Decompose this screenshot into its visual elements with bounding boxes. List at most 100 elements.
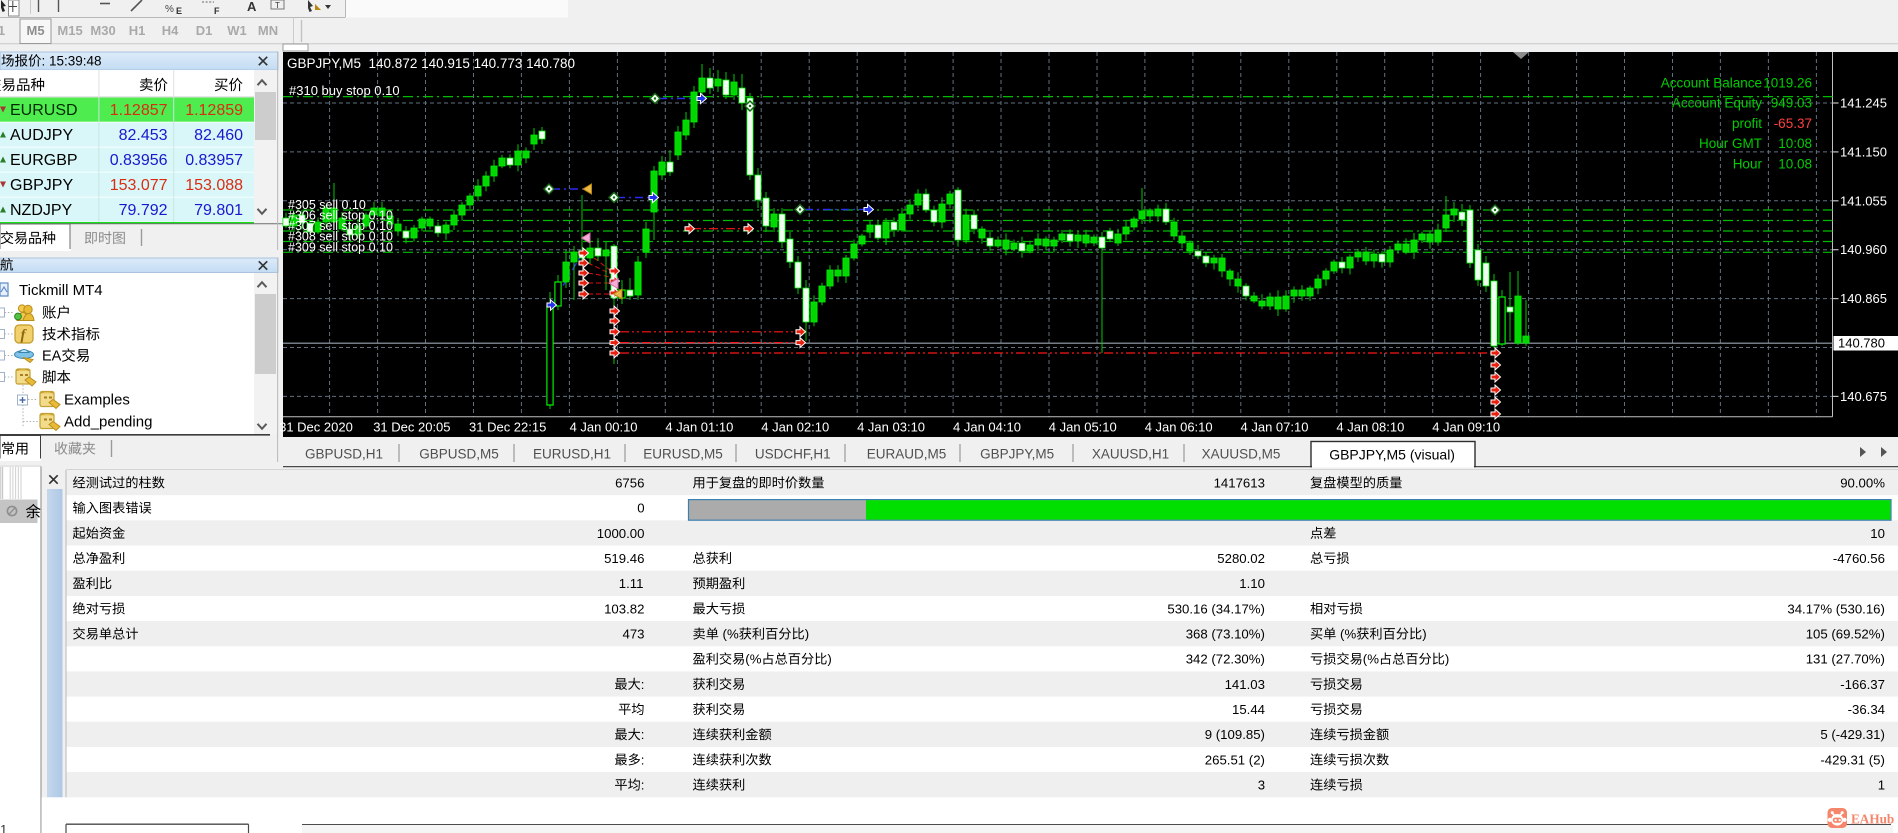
- svg-text:): ): [827, 652, 831, 667]
- svg-text:MN: MN: [258, 23, 278, 38]
- svg-text:GBPUSD,M5: GBPUSD,M5: [419, 447, 499, 462]
- svg-text:Account Equity: Account Equity: [1672, 96, 1762, 111]
- svg-text:M15: M15: [57, 23, 82, 38]
- svg-text:31 Dec 22:15: 31 Dec 22:15: [469, 420, 546, 435]
- svg-text:XAUUSD,H1: XAUUSD,H1: [1092, 447, 1169, 462]
- svg-text:5280.02: 5280.02: [1217, 551, 1265, 566]
- svg-text:1019.26: 1019.26: [1763, 76, 1812, 91]
- svg-text:H4: H4: [162, 23, 179, 38]
- svg-text:4 Jan 09:10: 4 Jan 09:10: [1432, 420, 1500, 435]
- svg-text:GBPJPY,M5 (visual): GBPJPY,M5 (visual): [1329, 447, 1455, 463]
- svg-text:0.83956: 0.83956: [110, 152, 168, 169]
- svg-text:10: 10: [1870, 526, 1885, 541]
- svg-text:0.83957: 0.83957: [185, 152, 243, 169]
- svg-text:EURGBP: EURGBP: [10, 152, 78, 169]
- svg-text:141.245: 141.245: [1840, 96, 1887, 111]
- svg-text:140.865: 140.865: [1840, 291, 1887, 306]
- svg-text:: 15:39:48: : 15:39:48: [42, 54, 102, 69]
- svg-text:103.82: 103.82: [604, 601, 644, 616]
- svg-text:): ): [1422, 627, 1426, 642]
- svg-text:141.03: 141.03: [1225, 677, 1265, 692]
- svg-text:519.46: 519.46: [604, 551, 644, 566]
- svg-text:M1: M1: [0, 23, 5, 38]
- svg-text:10.08: 10.08: [1778, 156, 1812, 171]
- svg-text:5 (-429.31): 5 (-429.31): [1820, 727, 1885, 742]
- svg-text::: :: [641, 727, 645, 742]
- svg-text:profit: profit: [1732, 116, 1762, 131]
- svg-text:4 Jan 00:10: 4 Jan 00:10: [570, 420, 638, 435]
- svg-text:140.780: 140.780: [1838, 336, 1885, 351]
- svg-text:4 Jan 06:10: 4 Jan 06:10: [1145, 420, 1213, 435]
- svg-text:(%: (%: [745, 652, 761, 667]
- svg-text:34.17% (530.16): 34.17% (530.16): [1787, 601, 1885, 616]
- svg-text::: :: [641, 677, 645, 692]
- svg-text:9 (109.85): 9 (109.85): [1205, 727, 1265, 742]
- svg-text:1.10: 1.10: [1239, 576, 1265, 591]
- svg-text:4 Jan 04:10: 4 Jan 04:10: [953, 420, 1021, 435]
- svg-text:4 Jan 01:10: 4 Jan 01:10: [665, 420, 733, 435]
- svg-text:31 Dec 20:05: 31 Dec 20:05: [373, 420, 450, 435]
- svg-text:T: T: [275, 1, 280, 10]
- svg-text:1.11: 1.11: [619, 576, 644, 591]
- svg-text:1417613: 1417613: [1214, 475, 1265, 490]
- svg-text:EURAUD,M5: EURAUD,M5: [867, 447, 947, 462]
- svg-text:140.675: 140.675: [1840, 389, 1887, 404]
- svg-text:(%: (%: [719, 627, 739, 642]
- svg-text:(%: (%: [1336, 627, 1356, 642]
- svg-text::: :: [641, 752, 645, 767]
- svg-text:1: 1: [1878, 778, 1885, 793]
- svg-text:368 (73.10%): 368 (73.10%): [1186, 627, 1265, 642]
- svg-text:(%: (%: [1363, 652, 1379, 667]
- svg-text:-429.31 (5): -429.31 (5): [1820, 752, 1885, 767]
- svg-text:153.088: 153.088: [185, 177, 243, 194]
- svg-text:1.12857: 1.12857: [110, 102, 168, 119]
- svg-text:): ): [1445, 652, 1449, 667]
- svg-text:XAUUSD,M5: XAUUSD,M5: [1202, 447, 1281, 462]
- svg-text:4 Jan 02:10: 4 Jan 02:10: [761, 420, 829, 435]
- svg-text:-4760.56: -4760.56: [1833, 551, 1885, 566]
- svg-text:GBPUSD,H1: GBPUSD,H1: [305, 447, 383, 462]
- svg-text:EURUSD,H1: EURUSD,H1: [533, 447, 611, 462]
- svg-text:82.453: 82.453: [119, 127, 168, 144]
- svg-text:AUDJPY: AUDJPY: [10, 127, 73, 144]
- svg-text:15.44: 15.44: [1232, 702, 1265, 717]
- svg-text:473: 473: [623, 627, 645, 642]
- svg-text:Account Balance: Account Balance: [1661, 76, 1762, 91]
- svg-text:153.077: 153.077: [110, 177, 168, 194]
- svg-text:4 Jan 03:10: 4 Jan 03:10: [857, 420, 925, 435]
- svg-text:M30: M30: [90, 23, 115, 38]
- svg-text:3: 3: [1258, 778, 1265, 793]
- svg-text:31 Dec 2020: 31 Dec 2020: [279, 420, 353, 435]
- svg-text:%: %: [165, 4, 174, 15]
- svg-text:140.960: 140.960: [1840, 242, 1887, 257]
- svg-text:-166.37: -166.37: [1840, 677, 1885, 692]
- svg-text:10:08: 10:08: [1778, 136, 1812, 151]
- svg-text:H1: H1: [129, 23, 146, 38]
- svg-text:79.792: 79.792: [119, 202, 168, 219]
- svg-text:GBPJPY,M5: GBPJPY,M5: [980, 447, 1054, 462]
- svg-text:4 Jan 08:10: 4 Jan 08:10: [1336, 420, 1404, 435]
- svg-text:Hour: Hour: [1733, 156, 1763, 171]
- svg-text:82.460: 82.460: [194, 127, 243, 144]
- svg-text:-36.34: -36.34: [1848, 702, 1885, 717]
- svg-text:A: A: [247, 0, 257, 14]
- svg-text:GBPJPY,M5 140.872 140.915 140: GBPJPY,M5 140.872 140.915 140.773 140.78…: [287, 56, 575, 71]
- svg-text:141.055: 141.055: [1840, 193, 1887, 208]
- svg-text:D1: D1: [196, 23, 213, 38]
- svg-text:EAHub: EAHub: [1851, 812, 1894, 827]
- svg-text:USDCHF,H1: USDCHF,H1: [755, 447, 831, 462]
- svg-text:79.801: 79.801: [194, 202, 243, 219]
- svg-text:EA: EA: [42, 349, 62, 365]
- svg-text:4 Jan 07:10: 4 Jan 07:10: [1241, 420, 1309, 435]
- svg-text:): ): [805, 627, 809, 642]
- svg-text:-65.37: -65.37: [1774, 116, 1812, 131]
- svg-text:265.51 (2): 265.51 (2): [1205, 752, 1265, 767]
- svg-text:90.00%: 90.00%: [1840, 475, 1885, 490]
- svg-text:#310 buy stop 0.10: #310 buy stop 0.10: [289, 83, 400, 98]
- svg-text:Examples: Examples: [64, 392, 130, 409]
- svg-text:NZDJPY: NZDJPY: [10, 202, 73, 219]
- svg-text:6756: 6756: [615, 475, 644, 490]
- svg-text:1.12859: 1.12859: [185, 102, 243, 119]
- svg-text:Hour GMT: Hour GMT: [1699, 136, 1762, 151]
- svg-text:0: 0: [637, 501, 644, 516]
